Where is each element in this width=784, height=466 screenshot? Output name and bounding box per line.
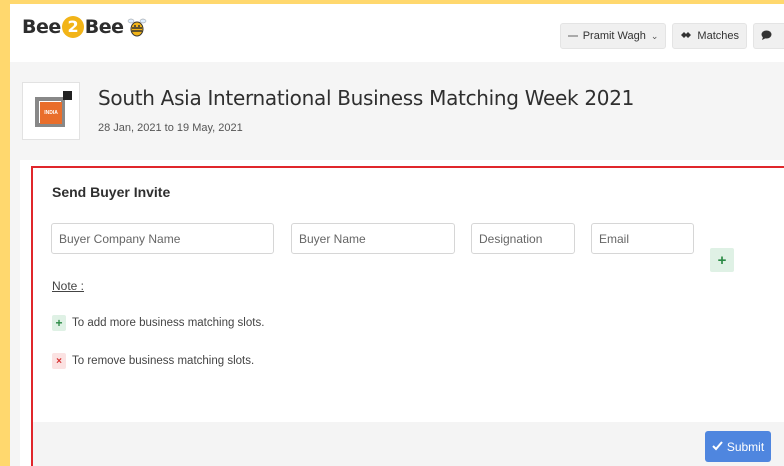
submit-label: Submit <box>726 439 765 454</box>
avatar <box>567 35 578 37</box>
legend-remove-text: To remove business matching slots. <box>72 355 255 367</box>
bee-mascot-icon <box>126 16 148 38</box>
logo-text-2: 2 <box>61 16 84 38</box>
designation-input[interactable] <box>471 223 575 254</box>
buyer-company-name-input[interactable] <box>51 223 274 254</box>
logo-text-bee-2: Bee <box>84 16 124 38</box>
matches-button[interactable]: Matches <box>672 23 747 49</box>
chat-button[interactable] <box>753 23 784 49</box>
email-input[interactable] <box>591 223 694 254</box>
legend-remove-row: × To remove business matching slots. <box>52 353 254 369</box>
submit-button[interactable]: Submit <box>705 431 771 462</box>
note-label: Note : <box>52 279 85 293</box>
legend-add-row: + To add more business matching slots. <box>52 315 264 331</box>
user-name: Pramit Wagh <box>582 30 646 42</box>
event-dates: 28 Jan, 2021 to 19 May, 2021 <box>98 122 243 134</box>
event-logo: INDIA <box>22 82 80 140</box>
form-footer <box>33 422 784 466</box>
add-slot-button[interactable]: + <box>710 248 734 272</box>
checkmark-icon <box>712 440 723 454</box>
handshake-icon <box>680 30 692 43</box>
chevron-down-icon: ⌄ <box>650 30 659 41</box>
chat-bubble-icon <box>761 30 772 43</box>
buyer-name-input[interactable] <box>291 223 455 254</box>
event-logo-corner <box>63 91 72 100</box>
plus-icon: + <box>52 315 66 331</box>
brand-logo[interactable]: Bee 2 Bee <box>22 16 148 38</box>
event-logo-badge: INDIA <box>40 102 62 124</box>
logo-text-bee-1: Bee <box>22 16 61 38</box>
event-header: INDIA South Asia International Business … <box>10 62 784 160</box>
close-icon: × <box>52 353 66 369</box>
top-navbar: Bee 2 Bee Pramit Wagh ⌄ Matches <box>10 0 784 62</box>
nav-actions: Pramit Wagh ⌄ Matches <box>559 23 784 49</box>
user-menu-button[interactable]: Pramit Wagh ⌄ <box>559 23 667 49</box>
legend-add-text: To add more business matching slots. <box>72 317 265 329</box>
matches-label: Matches <box>697 30 739 42</box>
event-title: South Asia International Business Matchi… <box>98 86 635 110</box>
form-title: Send Buyer Invite <box>52 184 171 200</box>
left-accent-strip <box>0 0 10 466</box>
